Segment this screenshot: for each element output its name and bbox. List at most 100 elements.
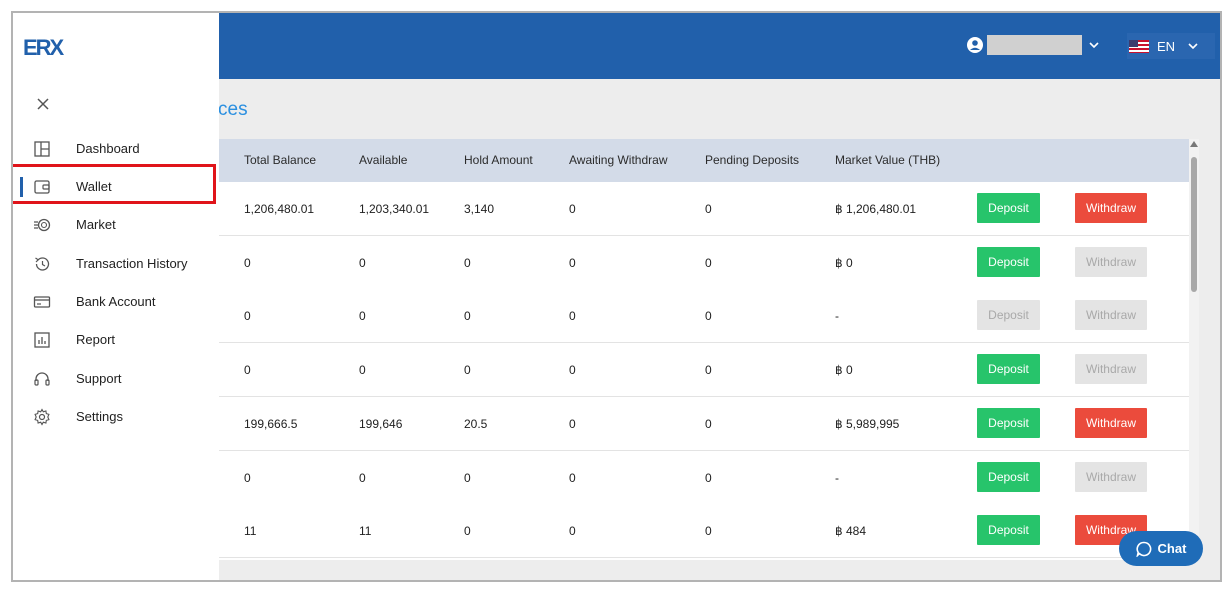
user-avatar-icon bbox=[967, 37, 983, 53]
erx-logo: ERX bbox=[23, 35, 67, 59]
table-cell-available: 0 bbox=[359, 255, 366, 270]
table-cell-market: ฿ 484 bbox=[835, 524, 866, 539]
table-header: Total Balance Available Hold Amount Awai… bbox=[133, 139, 1189, 182]
deposit-button[interactable]: Deposit bbox=[977, 354, 1040, 385]
table-cell-pending: 0 bbox=[705, 363, 712, 378]
table-cell-market: - bbox=[835, 309, 839, 324]
withdraw-button[interactable]: Withdraw bbox=[1075, 354, 1147, 385]
table-cell-hold: 20.5 bbox=[464, 416, 488, 431]
table-cell-hold: 0 bbox=[464, 524, 471, 539]
dashboard-icon bbox=[34, 141, 50, 157]
close-icon[interactable] bbox=[36, 97, 50, 111]
sidebar-item-label: Market bbox=[76, 217, 116, 232]
column-header: Pending Deposits bbox=[705, 153, 800, 167]
sidebar-item-bank-account[interactable]: Bank Account bbox=[13, 284, 219, 320]
table-cell-hold: 0 bbox=[464, 309, 471, 324]
logo-text: ERX bbox=[23, 35, 65, 59]
sidebar-item-settings[interactable]: Settings bbox=[13, 399, 219, 435]
table-cell-hold: 0 bbox=[464, 470, 471, 485]
table-row: 0 0 0 0 0 ฿ 0 Deposit Withdraw bbox=[133, 343, 1189, 398]
language-selector[interactable]: EN bbox=[1127, 33, 1215, 59]
table-row: 0 0 0 0 0 - Deposit Withdraw bbox=[133, 450, 1189, 505]
column-header: Market Value (THB) bbox=[835, 153, 941, 167]
sidebar-item-label: Dashboard bbox=[76, 141, 140, 156]
sidebar-item-label: Report bbox=[76, 332, 116, 347]
table-cell-hold: 0 bbox=[464, 255, 471, 270]
sidebar-item-support[interactable]: Support bbox=[13, 361, 219, 397]
column-header: Hold Amount bbox=[464, 153, 533, 167]
deposit-button[interactable]: Deposit bbox=[977, 246, 1040, 277]
market-icon bbox=[34, 218, 51, 232]
table-cell-pending: 0 bbox=[705, 255, 712, 270]
table-cell-market: - bbox=[835, 470, 839, 485]
table-cell-total: 0 bbox=[244, 255, 251, 270]
table-cell-available: 11 bbox=[359, 524, 372, 539]
deposit-button[interactable]: Deposit bbox=[977, 515, 1040, 546]
sidebar-item-label: Support bbox=[76, 371, 122, 386]
chat-label: Chat bbox=[1157, 541, 1187, 556]
page-title: ces bbox=[218, 99, 248, 120]
withdraw-button[interactable]: Withdraw bbox=[1075, 193, 1147, 223]
language-label: EN bbox=[1157, 38, 1176, 54]
table-cell-market: ฿ 1,206,480.01 bbox=[835, 202, 917, 216]
user-name-redacted bbox=[987, 35, 1082, 55]
scroll-up-arrow-icon[interactable] bbox=[1190, 141, 1198, 147]
table-row: 11 11 0 0 0 ฿ 484 Deposit Withdraw bbox=[133, 504, 1189, 559]
table-row: 0 0 0 0 0 - Deposit Withdraw bbox=[133, 289, 1189, 344]
table-row: 0 0 0 0 0 ฿ 0 Deposit Withdraw bbox=[133, 235, 1189, 290]
chevron-down-icon bbox=[1089, 42, 1099, 49]
chevron-down-icon bbox=[1188, 43, 1198, 50]
table-cell-total: 199,666.5 bbox=[244, 416, 298, 431]
table-cell-awaiting: 0 bbox=[569, 202, 576, 216]
table-row: 199,666.5 199,646 20.5 0 0 ฿ 5,989,995 Deposit… bbox=[133, 396, 1189, 451]
table-cell-awaiting: 0 bbox=[569, 309, 576, 324]
table-cell-market: ฿ 0 bbox=[835, 255, 853, 270]
deposit-button[interactable]: Deposit bbox=[977, 193, 1040, 223]
column-header: Total Balance bbox=[244, 153, 317, 167]
app-window: EN ces Total Balance Available Hold Amou… bbox=[11, 11, 1222, 582]
wallet-table: Total Balance Available Hold Amount Awai… bbox=[133, 139, 1189, 560]
deposit-button[interactable]: Deposit bbox=[977, 461, 1040, 492]
table-cell-pending: 0 bbox=[705, 202, 712, 216]
table-cell-hold: 0 bbox=[464, 363, 471, 378]
table-cell-total: 0 bbox=[244, 309, 251, 324]
table-cell-awaiting: 0 bbox=[569, 416, 576, 431]
sidebar-item-label: Settings bbox=[76, 409, 123, 424]
table-cell-awaiting: 0 bbox=[569, 363, 576, 378]
table-cell-available: 0 bbox=[359, 470, 366, 485]
sidebar: ERX Dashboard Wallet Market Transaction … bbox=[13, 13, 219, 580]
sidebar-item-transaction-history[interactable]: Transaction History bbox=[13, 246, 219, 282]
withdraw-button[interactable]: Withdraw bbox=[1075, 246, 1147, 277]
table-cell-awaiting: 0 bbox=[569, 255, 576, 270]
sidebar-item-report[interactable]: Report bbox=[13, 322, 219, 358]
user-menu[interactable] bbox=[967, 34, 1100, 56]
table-scrollbar[interactable] bbox=[1189, 139, 1199, 560]
sidebar-item-market[interactable]: Market bbox=[13, 207, 219, 243]
table-cell-available: 0 bbox=[359, 363, 366, 378]
table-cell-market: ฿ 0 bbox=[835, 363, 853, 378]
table-cell-pending: 0 bbox=[705, 309, 712, 324]
deposit-button[interactable]: Deposit bbox=[977, 407, 1040, 438]
headset-icon bbox=[34, 372, 50, 386]
column-header: Available bbox=[359, 153, 408, 167]
bank-card-icon bbox=[33, 296, 51, 308]
report-icon bbox=[34, 332, 50, 348]
withdraw-button[interactable]: Withdraw bbox=[1075, 300, 1147, 331]
table-cell-hold: 3,140 bbox=[464, 202, 495, 216]
table-cell-pending: 0 bbox=[705, 524, 712, 539]
chat-button[interactable]: Chat bbox=[1119, 531, 1203, 566]
us-flag-icon bbox=[1129, 39, 1149, 53]
sidebar-item-label: Bank Account bbox=[76, 294, 156, 309]
scrollbar-thumb[interactable] bbox=[1191, 157, 1197, 292]
withdraw-button[interactable]: Withdraw bbox=[1075, 461, 1147, 492]
sidebar-item-dashboard[interactable]: Dashboard bbox=[13, 131, 219, 167]
sidebar-item-label: Transaction History bbox=[76, 256, 188, 271]
deposit-button[interactable]: Deposit bbox=[977, 300, 1040, 331]
table-cell-total: 0 bbox=[244, 363, 251, 378]
wallet-highlight-annotation bbox=[13, 164, 216, 204]
table-cell-market: ฿ 5,989,995 bbox=[835, 416, 900, 431]
chat-bubble-icon bbox=[1135, 541, 1151, 557]
table-row: 1,206,480.01 1,203,340.01 3,140 0 0 ฿ 1,206,4… bbox=[133, 182, 1189, 236]
withdraw-button[interactable]: Withdraw bbox=[1075, 407, 1147, 438]
table-cell-available: 199,646 bbox=[359, 416, 403, 431]
